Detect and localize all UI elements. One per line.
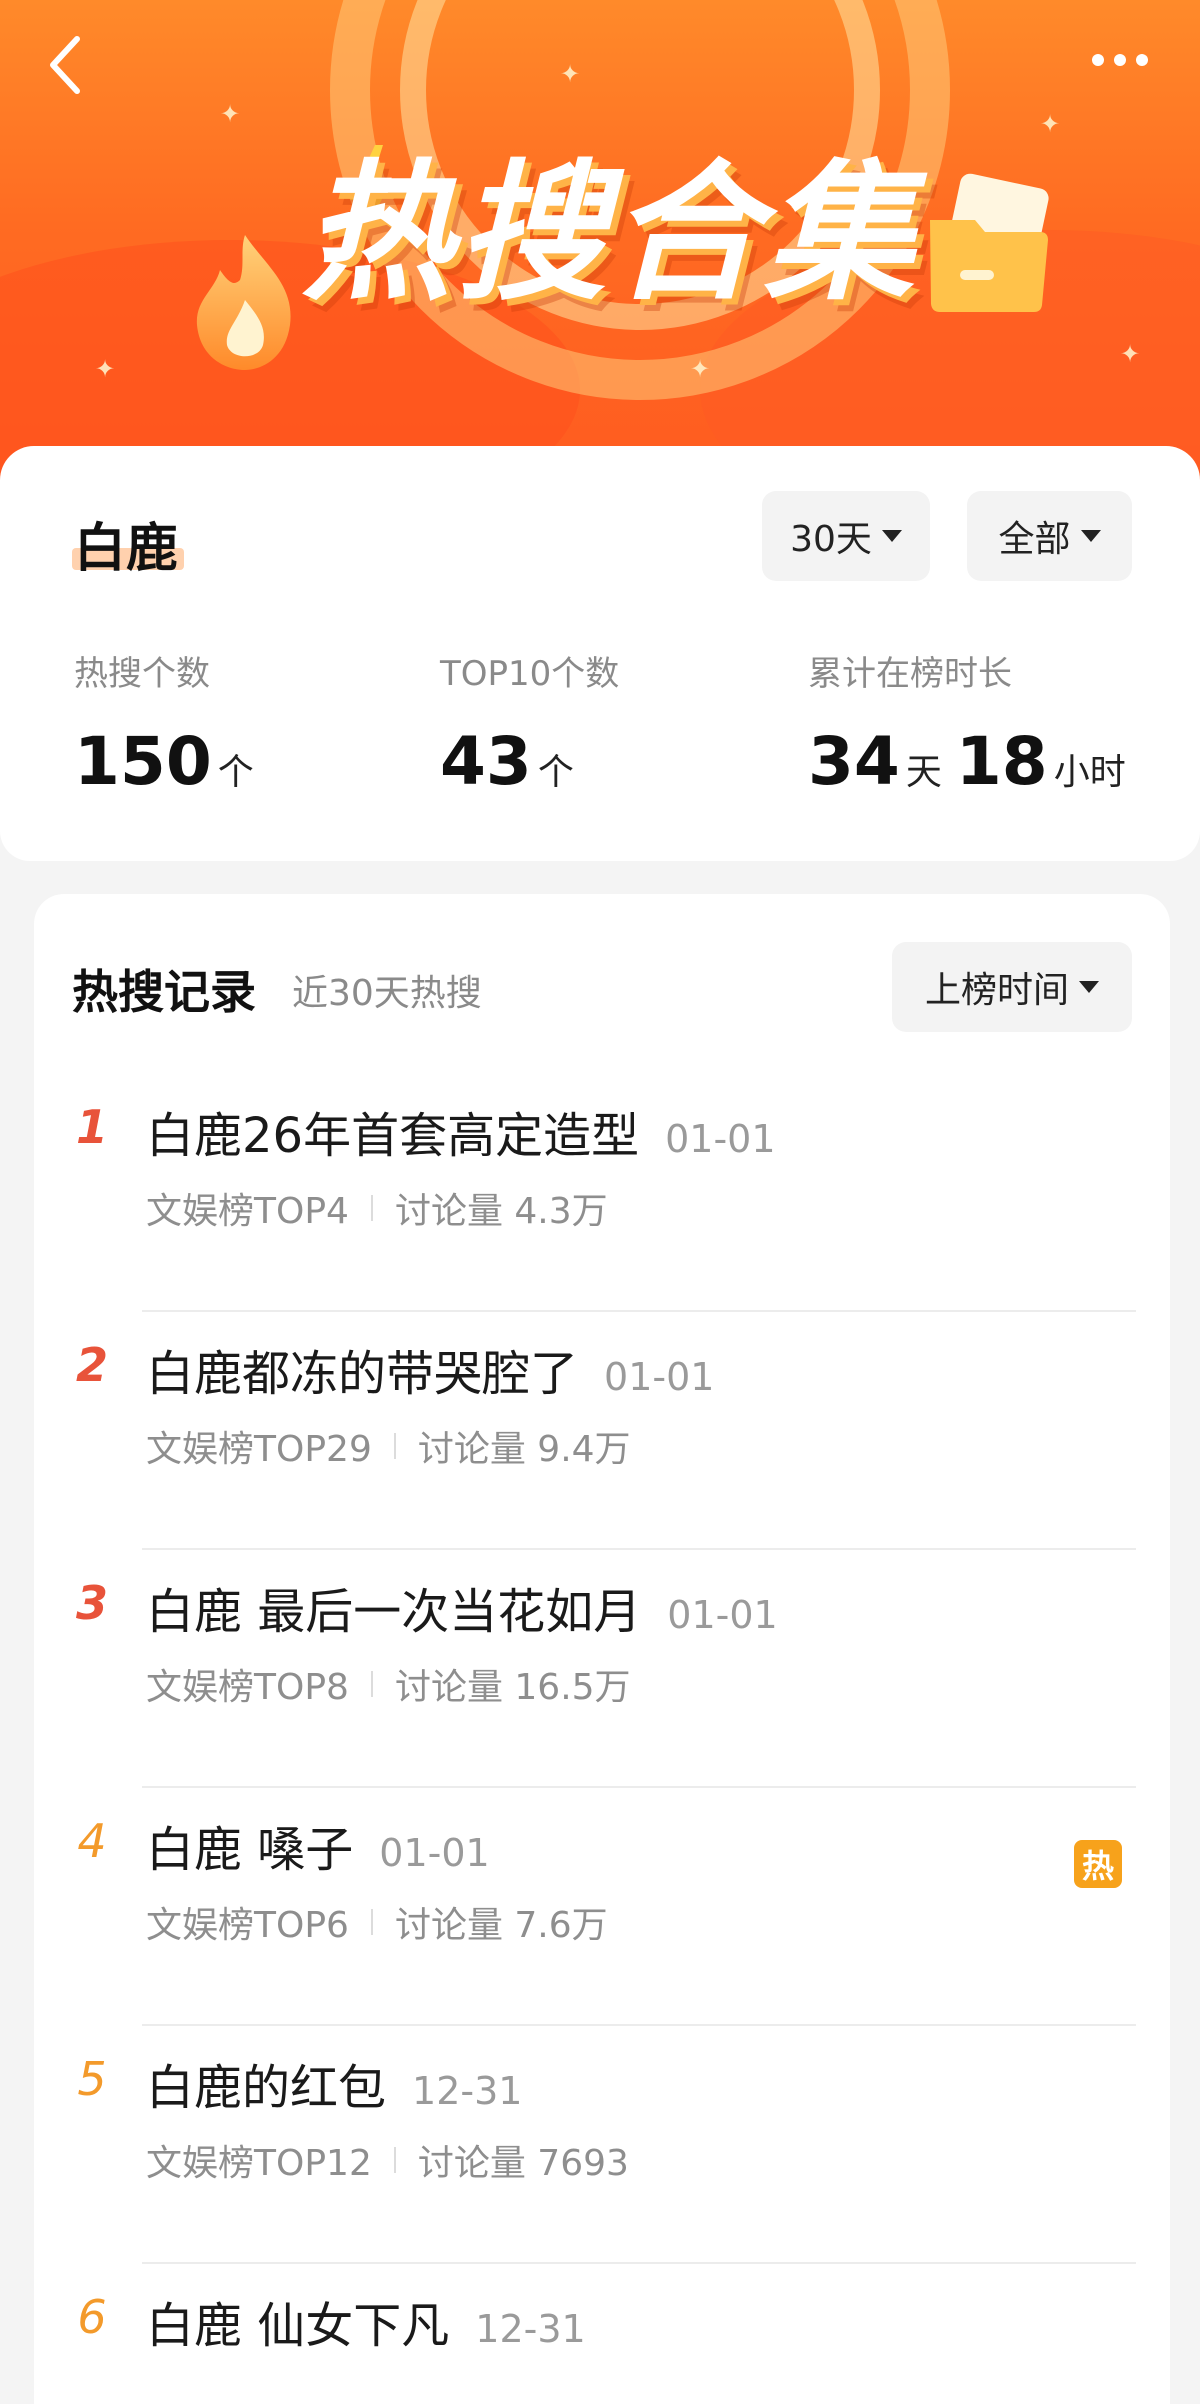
stat-hours-unit: 小时 bbox=[1053, 752, 1126, 793]
dot-icon bbox=[1136, 54, 1148, 66]
records-subtitle: 近30天热搜 bbox=[292, 973, 482, 1014]
record-date: 12-31 bbox=[475, 2307, 586, 2351]
record-title: 白鹿都冻的带哭腔了 01-01 bbox=[146, 1334, 714, 1404]
stat-hot-search-count: 热搜个数 150 个 bbox=[74, 646, 268, 800]
record-date: 01-01 bbox=[667, 1593, 778, 1637]
record-discussion: 讨论量 4.3万 bbox=[394, 1191, 608, 1232]
stat-value: 150 个 bbox=[74, 723, 268, 800]
stat-number: 43 bbox=[440, 723, 532, 800]
record-discussion: 讨论量 7693 bbox=[417, 2143, 629, 2184]
days-filter-label: 30天 bbox=[790, 519, 872, 560]
record-title-text: 白鹿26年首套高定造型 bbox=[146, 1108, 640, 1164]
stat-label: 热搜个数 bbox=[74, 654, 210, 694]
record-meta: 文娱榜TOP8 讨论量 16.5万 bbox=[146, 1658, 631, 1710]
record-title-text: 白鹿 嗓子 bbox=[146, 1822, 354, 1878]
record-item[interactable]: 2 白鹿都冻的带哭腔了 01-01 文娱榜TOP29 讨论量 9.4万 bbox=[34, 1312, 1170, 1550]
stat-top10-count: TOP10个数 43 个 bbox=[440, 646, 619, 800]
back-button[interactable] bbox=[40, 30, 90, 100]
dot-icon bbox=[1114, 54, 1126, 66]
meta-separator bbox=[370, 1909, 373, 1935]
record-meta: 文娱榜TOP29 讨论量 9.4万 bbox=[146, 1420, 631, 1472]
sparkle-icon: ✦ bbox=[95, 355, 116, 383]
caret-down-icon bbox=[1079, 981, 1099, 993]
record-title: 白鹿 嗓子 01-01 bbox=[146, 1810, 490, 1880]
records-title: 热搜记录 bbox=[72, 965, 256, 1019]
stat-value: 34 天 18 小时 bbox=[808, 723, 1140, 800]
record-title: 白鹿的红包 12-31 bbox=[146, 2048, 522, 2118]
record-meta: 文娱榜TOP4 讨论量 4.3万 bbox=[146, 1182, 608, 1234]
stat-days-unit: 天 bbox=[905, 752, 942, 793]
hot-badge: 热 bbox=[1074, 1840, 1122, 1888]
more-button[interactable] bbox=[1080, 40, 1160, 80]
scope-filter-label: 全部 bbox=[998, 519, 1071, 560]
meta-separator bbox=[393, 1433, 396, 1459]
record-title-text: 白鹿 最后一次当花如月 bbox=[146, 1584, 642, 1640]
banner-title: 热搜合集 bbox=[301, 146, 918, 321]
record-meta: 文娱榜TOP12 讨论量 7693 bbox=[146, 2134, 629, 2186]
dot-icon bbox=[1092, 54, 1104, 66]
meta-separator bbox=[370, 1671, 373, 1697]
record-title-text: 白鹿 仙女下凡 bbox=[146, 2298, 450, 2354]
caret-down-icon bbox=[881, 530, 902, 542]
caret-down-icon bbox=[1080, 530, 1101, 542]
rank-number: 1 bbox=[75, 1100, 108, 1154]
sparkle-icon: ✦ bbox=[220, 100, 241, 128]
sparkle-icon: ✦ bbox=[690, 355, 711, 383]
celebrity-name: 白鹿 bbox=[74, 519, 179, 579]
record-board: 文娱榜TOP4 bbox=[146, 1191, 349, 1232]
stat-unit: 个 bbox=[537, 752, 574, 793]
stat-label: TOP10个数 bbox=[440, 654, 620, 694]
stat-days-number: 34 bbox=[808, 723, 900, 800]
record-item[interactable]: 3 白鹿 最后一次当花如月 01-01 文娱榜TOP8 讨论量 16.5万 bbox=[34, 1550, 1170, 1788]
stat-hours-number: 18 bbox=[955, 723, 1048, 800]
record-title: 白鹿 最后一次当花如月 01-01 bbox=[146, 1572, 778, 1642]
days-filter-dropdown[interactable]: 30天 bbox=[762, 491, 930, 581]
record-discussion: 讨论量 7.6万 bbox=[394, 1905, 608, 1946]
record-date: 01-01 bbox=[379, 1831, 490, 1875]
record-board: 文娱榜TOP6 bbox=[146, 1905, 349, 1946]
record-date: 01-01 bbox=[665, 1117, 776, 1161]
record-board: 文娱榜TOP8 bbox=[146, 1667, 349, 1708]
rank-number: 4 bbox=[77, 1814, 107, 1868]
stat-value: 43 个 bbox=[440, 723, 619, 800]
records-card: 热搜记录 近30天热搜 上榜时间 1 白鹿26年首套高定造型 01-01 文娱榜T… bbox=[34, 894, 1170, 2404]
record-discussion: 讨论量 16.5万 bbox=[394, 1667, 631, 1708]
meta-separator bbox=[393, 2147, 396, 2173]
sparkle-icon: ✦ bbox=[560, 60, 581, 88]
chevron-left-icon bbox=[50, 36, 80, 94]
record-title-text: 白鹿的红包 bbox=[146, 2060, 387, 2116]
record-date: 12-31 bbox=[412, 2069, 523, 2113]
meta-separator bbox=[370, 1195, 373, 1221]
rank-number: 2 bbox=[75, 1338, 108, 1392]
scope-filter-dropdown[interactable]: 全部 bbox=[967, 491, 1132, 581]
sparkle-icon: ✦ bbox=[1040, 110, 1061, 138]
stat-label: 累计在榜时长 bbox=[808, 654, 1012, 694]
record-title: 白鹿26年首套高定造型 01-01 bbox=[146, 1096, 776, 1166]
sort-label: 上榜时间 bbox=[924, 970, 1069, 1011]
record-item[interactable]: 5 白鹿的红包 12-31 文娱榜TOP12 讨论量 7693 bbox=[34, 2026, 1170, 2264]
record-board: 文娱榜TOP12 bbox=[146, 2143, 372, 2184]
record-meta: 文娱榜TOP6 讨论量 7.6万 bbox=[146, 1896, 608, 1948]
record-item[interactable]: 6 白鹿 仙女下凡 12-31 bbox=[34, 2264, 1170, 2404]
stat-number: 150 bbox=[74, 723, 212, 800]
record-board: 文娱榜TOP29 bbox=[146, 1429, 372, 1470]
rank-number: 3 bbox=[75, 1576, 108, 1630]
record-title-text: 白鹿都冻的带哭腔了 bbox=[146, 1346, 579, 1402]
sort-dropdown[interactable]: 上榜时间 bbox=[892, 942, 1132, 1032]
folder-icon bbox=[930, 173, 1049, 312]
record-item[interactable]: 4 白鹿 嗓子 01-01 热 文娱榜TOP6 讨论量 7.6万 bbox=[34, 1788, 1170, 2026]
record-item[interactable]: 1 白鹿26年首套高定造型 01-01 文娱榜TOP4 讨论量 4.3万 bbox=[34, 1074, 1170, 1312]
stat-unit: 个 bbox=[217, 752, 254, 793]
summary-card: 白鹿 30天 全部 热搜个数 150 个 TOP10个数 43 个 累计在榜时长 3… bbox=[0, 446, 1200, 861]
record-discussion: 讨论量 9.4万 bbox=[417, 1429, 631, 1470]
stat-total-duration: 累计在榜时长 34 天 18 小时 bbox=[808, 646, 1140, 800]
banner: ✦ ✦ ✦ ✦ ✦ ✦ 热搜合集 bbox=[0, 0, 1200, 500]
sparkle-icon: ✦ bbox=[1120, 340, 1141, 368]
record-title: 白鹿 仙女下凡 12-31 bbox=[146, 2286, 586, 2356]
record-date: 01-01 bbox=[604, 1355, 715, 1399]
rank-number: 5 bbox=[77, 2052, 107, 2106]
rank-number: 6 bbox=[77, 2290, 107, 2344]
